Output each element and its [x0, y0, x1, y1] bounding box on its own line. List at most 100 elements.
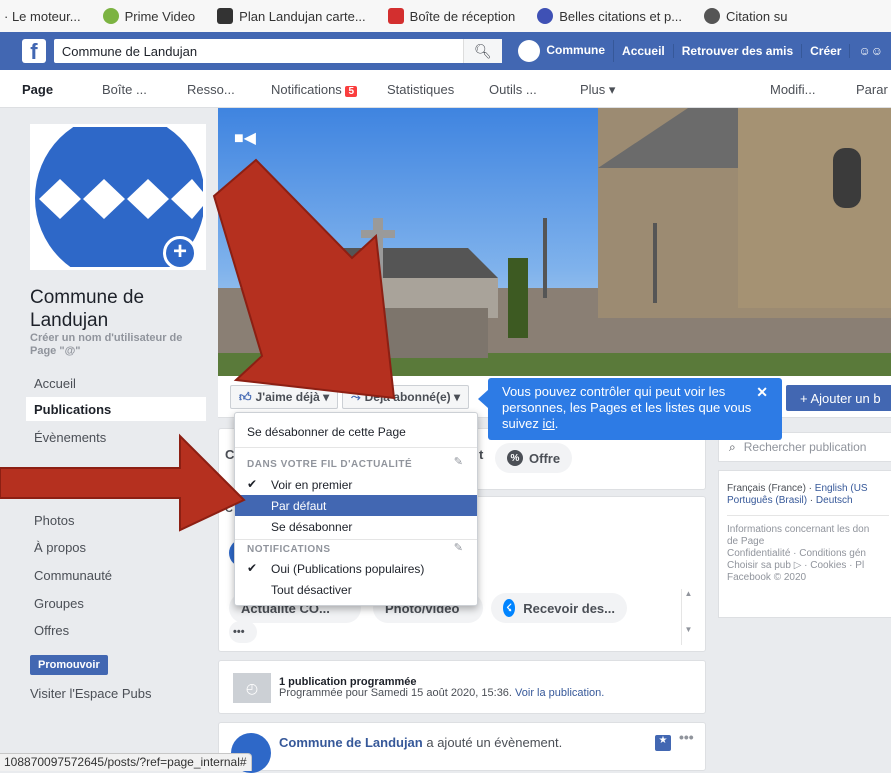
view-post-link[interactable]: Voir la publication.: [515, 687, 604, 699]
promote-button[interactable]: Promouvoir: [30, 655, 108, 675]
post-card: Commune de Landujan a ajouté un évènemen…: [218, 722, 706, 773]
bookmark-citation-su[interactable]: Citation su: [704, 8, 787, 24]
add-button[interactable]: + Ajouter un b: [786, 385, 891, 411]
friend-requests-icon[interactable]: ☺☺: [850, 44, 891, 58]
bookmark-prime-video[interactable]: Prime Video: [102, 8, 195, 24]
quote-icon: [537, 8, 554, 24]
post-action-text: a ajouté un évènement.: [426, 735, 563, 750]
visit-ads-center-link[interactable]: Visiter l'Espace Pubs: [30, 686, 151, 701]
language-german-link[interactable]: Deutsch: [816, 495, 853, 506]
nav-create[interactable]: Créer: [802, 44, 851, 58]
page-title: Commune de Landujan: [30, 287, 145, 331]
cover-photo[interactable]: ■◀: [218, 108, 891, 376]
sidebar-item-community[interactable]: Communauté: [34, 568, 112, 583]
bookmark-inbox[interactable]: Boîte de réception: [387, 8, 516, 24]
close-icon[interactable]: ✕: [756, 384, 768, 400]
footer-links[interactable]: Choisir sa pub ▷ · Cookies · Pl: [727, 560, 889, 572]
status-bar-url: 108870097572645/posts/?ref=page_internal…: [0, 753, 252, 771]
tab-statistics[interactable]: Statistiques: [387, 82, 454, 97]
post-author-link[interactable]: Commune de Landujan: [279, 735, 423, 750]
tab-resources[interactable]: Resso...: [187, 82, 235, 97]
menu-item-notifications-off[interactable]: Tout désactiver: [235, 579, 477, 600]
composer-tab-fragment: t: [479, 447, 484, 462]
footer-info[interactable]: de Page: [727, 536, 889, 548]
video-camera-icon[interactable]: ■◀: [234, 128, 256, 147]
nav-profile[interactable]: Commune: [510, 40, 615, 62]
messenger-icon: ☇: [503, 599, 516, 617]
add-photo-icon[interactable]: +: [163, 236, 197, 270]
more-options-button[interactable]: •••: [229, 621, 257, 643]
menu-item-default[interactable]: Par défaut: [235, 495, 477, 516]
footer-links[interactable]: Confidentialité · Conditions gén: [727, 548, 889, 560]
following-button[interactable]: ⤳ Déjà abonné(e) ▾: [342, 385, 469, 409]
menu-section-feed: DANS VOTRE FIL D'ACTUALITÉ: [247, 459, 413, 470]
pencil-icon[interactable]: ✎: [454, 455, 463, 468]
nav-home[interactable]: Accueil: [614, 44, 674, 58]
thumbs-up-icon: 👍︎: [239, 389, 252, 404]
search-input[interactable]: Commune de Landujan: [53, 39, 463, 63]
tab-inbox[interactable]: Boîte ...: [102, 82, 147, 97]
facebook-logo-icon[interactable]: f: [22, 39, 46, 63]
checkmark-icon: ✔: [247, 561, 258, 575]
tooltip-text: Vous pouvez contrôler qui peut voir les …: [502, 384, 752, 431]
search-icon[interactable]: 🔍︎: [462, 39, 503, 63]
nav-find-friends[interactable]: Retrouver des amis: [674, 44, 803, 58]
sidebar-item-events[interactable]: Évènements: [34, 430, 106, 445]
sidebar-item-groups[interactable]: Groupes: [34, 596, 84, 611]
bookmarks-bar: · Le moteur... Prime Video Plan Landujan…: [0, 0, 891, 32]
bookmark-moteur[interactable]: · Le moteur...: [4, 9, 81, 24]
menu-item-notifications-on[interactable]: Oui (Publications populaires): [235, 558, 477, 579]
scheduled-detail: Programmée pour Samedi 15 août 2020, 15:…: [279, 687, 604, 699]
language-english-link[interactable]: English (US: [815, 483, 868, 494]
pencil-icon[interactable]: ✎: [454, 541, 463, 554]
button-label: J'aime déjà ▾: [255, 390, 330, 404]
composer-header-letter: C: [225, 503, 233, 515]
liked-button[interactable]: 👍︎ J'aime déjà ▾: [230, 385, 339, 409]
divider: [727, 515, 889, 516]
sidebar-item-offers[interactable]: Offres: [34, 623, 69, 638]
sidebar-item-photos[interactable]: Photos: [34, 513, 74, 528]
following-tooltip: Vous pouvez contrôler qui peut voir les …: [488, 378, 782, 440]
divider: [235, 447, 477, 448]
language-row-2: Português (Brasil) · Deutsch: [727, 495, 853, 506]
menu-item-unfollow-page[interactable]: Se désabonner de cette Page: [235, 421, 477, 442]
rss-icon: ⤳: [351, 389, 361, 404]
avatar: [518, 40, 541, 62]
tab-edit[interactable]: Modifi...: [770, 82, 816, 97]
tab-settings[interactable]: Parar: [856, 82, 888, 97]
quote-icon: [704, 8, 721, 24]
scrollbar[interactable]: ▲ ▼: [681, 589, 695, 645]
get-messages-button[interactable]: ☇ Recevoir des...: [491, 593, 627, 623]
sidebar-item-home[interactable]: Accueil: [34, 376, 76, 391]
following-dropdown-menu: Se désabonner de cette Page DANS VOTRE F…: [234, 412, 478, 606]
bookmark-label: Boîte de réception: [409, 8, 516, 24]
bookmark-citations[interactable]: Belles citations et p...: [537, 8, 682, 24]
search-placeholder: Rechercher publication: [743, 440, 867, 454]
post-options-button[interactable]: •••: [679, 729, 694, 745]
tab-page[interactable]: Page: [22, 82, 53, 97]
offer-button[interactable]: % Offre: [495, 443, 573, 473]
current-language: Français (France): [727, 483, 806, 494]
bookmark-plan[interactable]: Plan Landujan carte...: [217, 8, 366, 24]
menu-item-unfollow[interactable]: Se désabonner: [235, 516, 477, 537]
language-portuguese-link[interactable]: Português (Brasil): [727, 495, 807, 506]
tooltip-link[interactable]: ici: [542, 416, 554, 431]
sidebar-item-publications[interactable]: Publications: [34, 402, 111, 417]
footer-info[interactable]: Informations concernant les don: [727, 524, 889, 536]
copyright: Facebook © 2020: [727, 572, 807, 583]
tab-label: Notifications: [271, 82, 342, 97]
percent-icon: %: [507, 450, 523, 466]
tab-tools[interactable]: Outils ...: [489, 82, 537, 97]
pin-icon[interactable]: ★: [655, 735, 671, 751]
page-tabs: Page Boîte ... Resso... Notifications 5 …: [0, 70, 891, 108]
tab-notifications[interactable]: Notifications 5: [271, 82, 357, 97]
sidebar-item-about[interactable]: À propos: [34, 540, 86, 555]
create-username-link[interactable]: Créer un nom d'utilisateur de Page "@": [30, 332, 210, 358]
menu-item-see-first[interactable]: Voir en premier: [235, 474, 477, 495]
button-label: Déjà abonné(e) ▾: [364, 390, 460, 404]
tab-more[interactable]: Plus ▾: [580, 82, 615, 98]
search-icon: ⌕: [729, 439, 736, 454]
clock-icon: ◴: [233, 673, 271, 703]
tooltip-arrow: [478, 390, 488, 408]
top-nav: Commune Accueil Retrouver des amis Créer…: [510, 40, 891, 62]
